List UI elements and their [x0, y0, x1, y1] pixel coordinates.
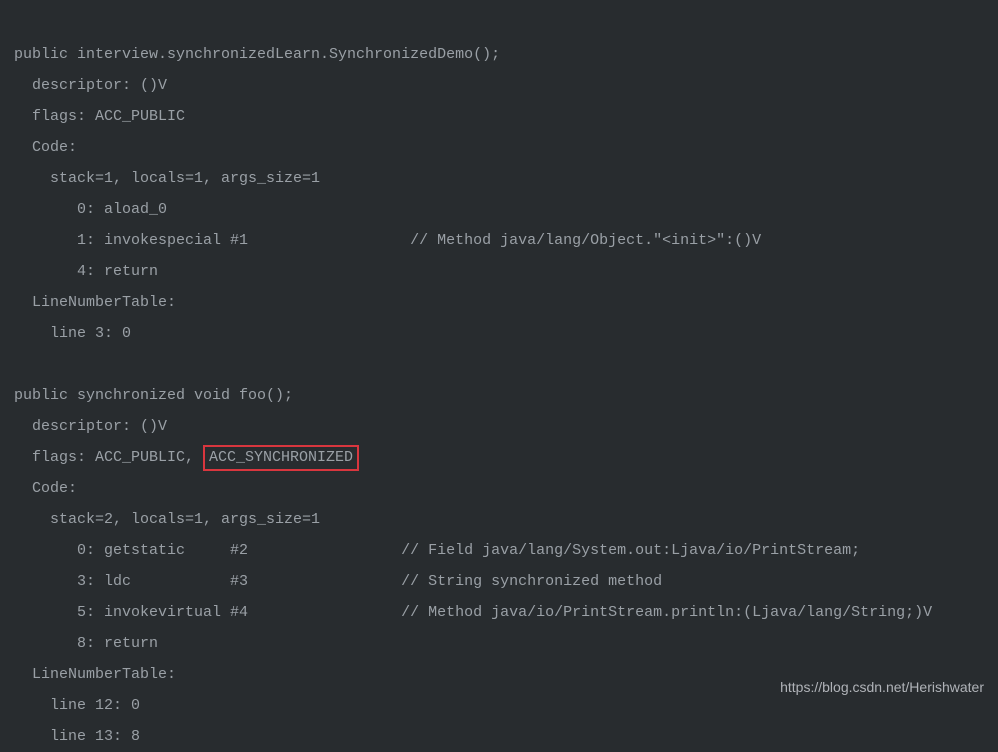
method2-bc5-left: 5: invokevirtual #4 [14, 604, 248, 621]
method1-descriptor: descriptor: ()V [14, 77, 167, 94]
method2-sig: public synchronized void foo(); [14, 387, 293, 404]
bytecode-dump: public interview.synchronizedLearn.Synch… [0, 0, 998, 752]
method1-flags: flags: ACC_PUBLIC [14, 108, 185, 125]
method1-lnt: LineNumberTable: [14, 294, 176, 311]
gap [248, 573, 401, 590]
method1-lnt1: line 3: 0 [14, 325, 131, 342]
method2-stack: stack=2, locals=1, args_size=1 [14, 511, 320, 528]
method2-code-label: Code: [14, 480, 77, 497]
method1-bc1-left: 1: invokespecial #1 [14, 232, 248, 249]
method2-lnt: LineNumberTable: [14, 666, 176, 683]
method1-code-label: Code: [14, 139, 77, 156]
method1-stack: stack=1, locals=1, args_size=1 [14, 170, 320, 187]
method2-descriptor: descriptor: ()V [14, 418, 167, 435]
method2-bc0-comment: // Field java/lang/System.out:Ljava/io/P… [401, 542, 860, 559]
method2-bc8: 8: return [14, 635, 158, 652]
watermark: https://blog.csdn.net/Herishwater [780, 672, 984, 703]
method2-bc0-left: 0: getstatic #2 [14, 542, 248, 559]
method1-bc4: 4: return [14, 263, 158, 280]
gap [248, 542, 401, 559]
method2-flags-prefix: flags: ACC_PUBLIC, [14, 449, 203, 466]
gap [248, 604, 401, 621]
method1-sig: public interview.synchronizedLearn.Synch… [14, 46, 500, 63]
method1-bc1-comment: // Method java/lang/Object."<init>":()V [410, 232, 761, 249]
method2-lnt2: line 13: 8 [14, 728, 140, 745]
method2-bc3-left: 3: ldc #3 [14, 573, 248, 590]
acc-synchronized-highlight: ACC_SYNCHRONIZED [203, 445, 359, 471]
method2-lnt1: line 12: 0 [14, 697, 140, 714]
gap [248, 232, 410, 249]
method2-bc5-comment: // Method java/io/PrintStream.println:(L… [401, 604, 932, 621]
method1-bc0: 0: aload_0 [14, 201, 167, 218]
method2-bc3-comment: // String synchronized method [401, 573, 662, 590]
